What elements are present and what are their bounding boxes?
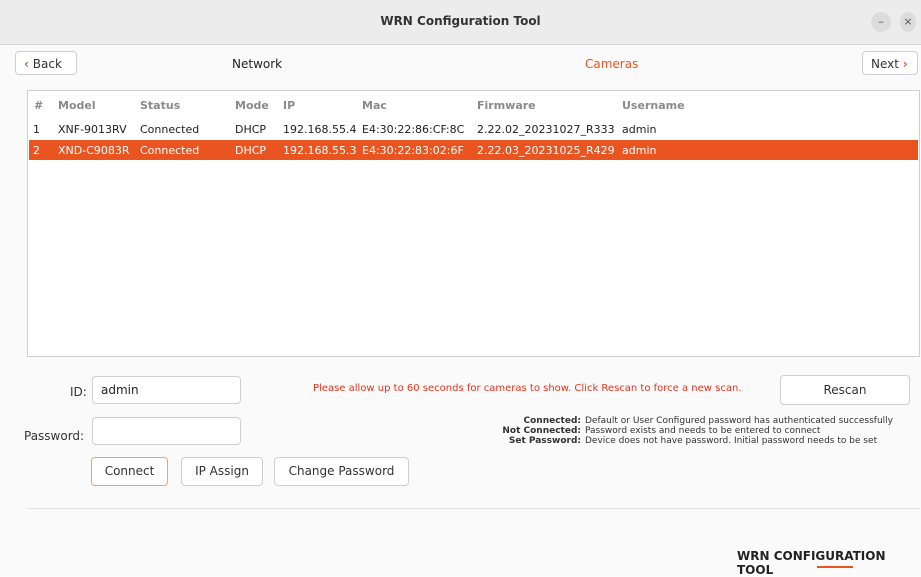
ip-assign-button[interactable]: IP Assign: [181, 457, 263, 486]
table-row[interactable]: 1 XNF-9013RV Connected DHCP 192.168.55.4…: [29, 119, 918, 139]
back-button[interactable]: ‹ Back: [15, 51, 77, 75]
camera-table[interactable]: # Model Status Mode IP Mac Firmware User…: [27, 90, 920, 357]
close-button[interactable]: ×: [900, 12, 916, 32]
brand-underline: [817, 566, 853, 568]
legend-row-not-connected: Not Connected: Password exists and needs…: [465, 426, 915, 436]
legend-key: Not Connected:: [502, 426, 581, 436]
row-model: XNF-9013RV: [58, 123, 127, 136]
row-status: Connected: [140, 123, 200, 136]
legend-text: Password exists and needs to be entered …: [585, 426, 821, 436]
row-ip: 192.168.55.4: [283, 123, 357, 136]
row-mode: DHCP: [235, 123, 267, 136]
row-model: XND-C9083R: [58, 144, 130, 157]
column-header-status[interactable]: Status: [140, 99, 180, 112]
chevron-left-icon: ‹: [24, 57, 29, 71]
rescan-button[interactable]: Rescan: [780, 375, 910, 405]
row-number: 2: [33, 144, 40, 157]
window-title: WRN Configuration Tool: [380, 14, 541, 28]
connect-button[interactable]: Connect: [91, 457, 168, 486]
row-number: 1: [33, 123, 40, 136]
row-mac: E4:30:22:83:02:6F: [362, 144, 464, 157]
column-header-username[interactable]: Username: [622, 99, 685, 112]
row-ip: 192.168.55.3: [283, 144, 357, 157]
row-firmware: 2.22.02_20231027_R333: [477, 123, 615, 136]
column-header-mac[interactable]: Mac: [362, 99, 387, 112]
back-button-label: Back: [32, 57, 62, 71]
legend-text: Device does not have password. Initial p…: [585, 436, 878, 446]
row-username: admin: [622, 144, 657, 157]
title-bar[interactable]: WRN Configuration Tool – ×: [0, 0, 921, 45]
legend-row-connected: Connected: Default or User Configured pa…: [465, 416, 915, 426]
app-window: WRN Configuration Tool – × ‹ Back Networ…: [0, 0, 921, 577]
minimize-button[interactable]: –: [871, 12, 891, 32]
legend-row-set-password: Set Password: Device does not have passw…: [465, 436, 915, 446]
divider: [27, 508, 920, 509]
column-header-model[interactable]: Model: [58, 99, 96, 112]
row-username: admin: [622, 123, 657, 136]
next-button[interactable]: Next ›: [862, 51, 918, 75]
brand-strong: WRN: [737, 549, 770, 563]
id-label: ID:: [70, 385, 87, 399]
column-header-firmware[interactable]: Firmware: [477, 99, 536, 112]
row-firmware: 2.22.03_20231025_R429: [477, 144, 615, 157]
status-legend: Connected: Default or User Configured pa…: [465, 416, 915, 446]
table-row-selected[interactable]: 2 XND-C9083R Connected DHCP 192.168.55.3…: [29, 140, 918, 160]
password-input[interactable]: [92, 417, 241, 445]
brand-logo: WRN CONFIGURATION TOOL: [737, 549, 921, 577]
row-mode: DHCP: [235, 144, 267, 157]
row-status: Connected: [140, 144, 200, 157]
chevron-right-icon: ›: [902, 57, 908, 71]
password-label: Password:: [24, 429, 85, 443]
scan-notice: Please allow up to 60 seconds for camera…: [313, 383, 742, 394]
legend-key: Connected:: [523, 416, 582, 426]
step-cameras: Cameras: [585, 57, 639, 71]
column-header-ip[interactable]: IP: [283, 99, 295, 112]
row-mac: E4:30:22:86:CF:8C: [362, 123, 465, 136]
id-input[interactable]: [92, 376, 241, 404]
change-password-button[interactable]: Change Password: [274, 457, 409, 486]
legend-key: Set Password:: [508, 436, 581, 446]
step-network: Network: [232, 57, 283, 71]
next-button-label: Next: [871, 57, 899, 71]
column-header-number[interactable]: #: [34, 99, 43, 112]
column-header-mode[interactable]: Mode: [235, 99, 269, 112]
legend-text: Default or User Configured password has …: [585, 416, 893, 426]
